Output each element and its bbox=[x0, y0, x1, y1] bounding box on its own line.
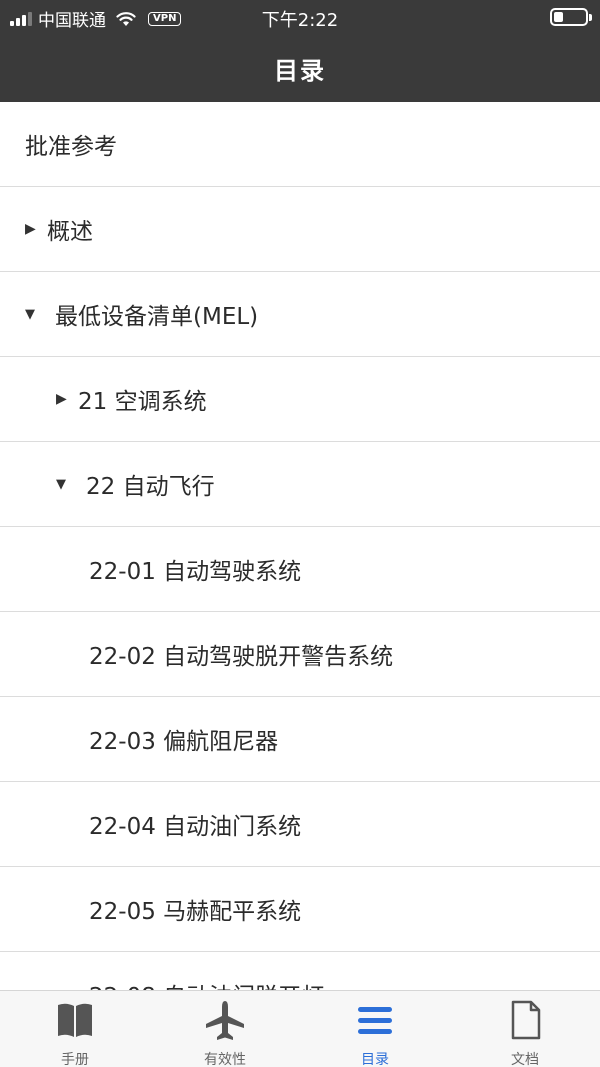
tab-label: 文档 bbox=[511, 1052, 539, 1067]
document-icon bbox=[503, 998, 547, 1046]
tab-label: 有效性 bbox=[204, 1052, 246, 1067]
book-icon bbox=[53, 998, 97, 1046]
toc-item[interactable]: 22-02 自动驾驶脱开警告系统 bbox=[0, 612, 600, 697]
tab-label: 手册 bbox=[61, 1052, 89, 1067]
toc-item-label: 21 空调系统 bbox=[78, 389, 207, 415]
toc-item-label: 22-01 自动驾驶系统 bbox=[89, 559, 302, 585]
toc-item[interactable]: ▶ 概述 bbox=[0, 187, 600, 272]
toc-item-label: 22-04 自动油门系统 bbox=[89, 814, 302, 840]
caret-down-icon[interactable]: ▼ bbox=[56, 477, 86, 492]
toc-item-label: 22-02 自动驾驶脱开警告系统 bbox=[89, 644, 394, 670]
toc-list[interactable]: 批准参考 ▶ 概述 ▼ 最低设备清单(MEL) ▶ 21 空调系统 ▼ 22 自动飞行 22-01… bbox=[0, 102, 600, 990]
battery-icon bbox=[550, 8, 592, 26]
list-icon bbox=[353, 998, 397, 1046]
caret-right-icon[interactable]: ▶ bbox=[56, 391, 78, 407]
tab-document[interactable]: 文档 bbox=[450, 991, 600, 1067]
page-title: 目录 bbox=[274, 56, 326, 85]
toc-item[interactable]: 22-04 自动油门系统 bbox=[0, 782, 600, 867]
battery-level bbox=[554, 12, 563, 22]
tab-list[interactable]: 目录 bbox=[300, 991, 450, 1067]
status-time: 下午2:22 bbox=[261, 10, 339, 31]
toc-item-label: 22-03 偏航阻尼器 bbox=[89, 729, 279, 755]
tab-book[interactable]: 手册 bbox=[0, 991, 150, 1067]
airplane-icon bbox=[203, 998, 247, 1046]
toc-item[interactable]: ▼ 22 自动飞行 bbox=[0, 442, 600, 527]
caret-right-icon[interactable]: ▶ bbox=[25, 221, 47, 237]
tab-bar: 手册 有效性 目录 文档 bbox=[0, 990, 600, 1067]
toc-item-label: 22 自动飞行 bbox=[86, 474, 215, 500]
toc-item[interactable]: ▼ 最低设备清单(MEL) bbox=[0, 272, 600, 357]
toc-item-label: 22-08 自动油门脱开灯 bbox=[89, 977, 324, 990]
toc-item[interactable]: 22-05 马赫配平系统 bbox=[0, 867, 600, 952]
toc-item[interactable]: 22-03 偏航阻尼器 bbox=[0, 697, 600, 782]
toc-item-label: 概述 bbox=[47, 219, 93, 245]
toc-item-label: 最低设备清单(MEL) bbox=[55, 304, 259, 330]
caret-down-icon[interactable]: ▼ bbox=[25, 307, 55, 322]
tab-label: 目录 bbox=[361, 1052, 389, 1067]
toc-item-label: 批准参考 bbox=[25, 134, 117, 160]
nav-bar: 目录 bbox=[0, 34, 600, 102]
toc-item[interactable]: 批准参考 bbox=[0, 102, 600, 187]
tab-airplane[interactable]: 有效性 bbox=[150, 991, 300, 1067]
toc-item[interactable]: 22-08 自动油门脱开灯 bbox=[0, 952, 600, 990]
toc-item-label: 22-05 马赫配平系统 bbox=[89, 899, 302, 925]
status-bar: 中国联通 VPN 下午2:22 bbox=[0, 0, 600, 34]
toc-item[interactable]: 22-01 自动驾驶系统 bbox=[0, 527, 600, 612]
toc-item[interactable]: ▶ 21 空调系统 bbox=[0, 357, 600, 442]
